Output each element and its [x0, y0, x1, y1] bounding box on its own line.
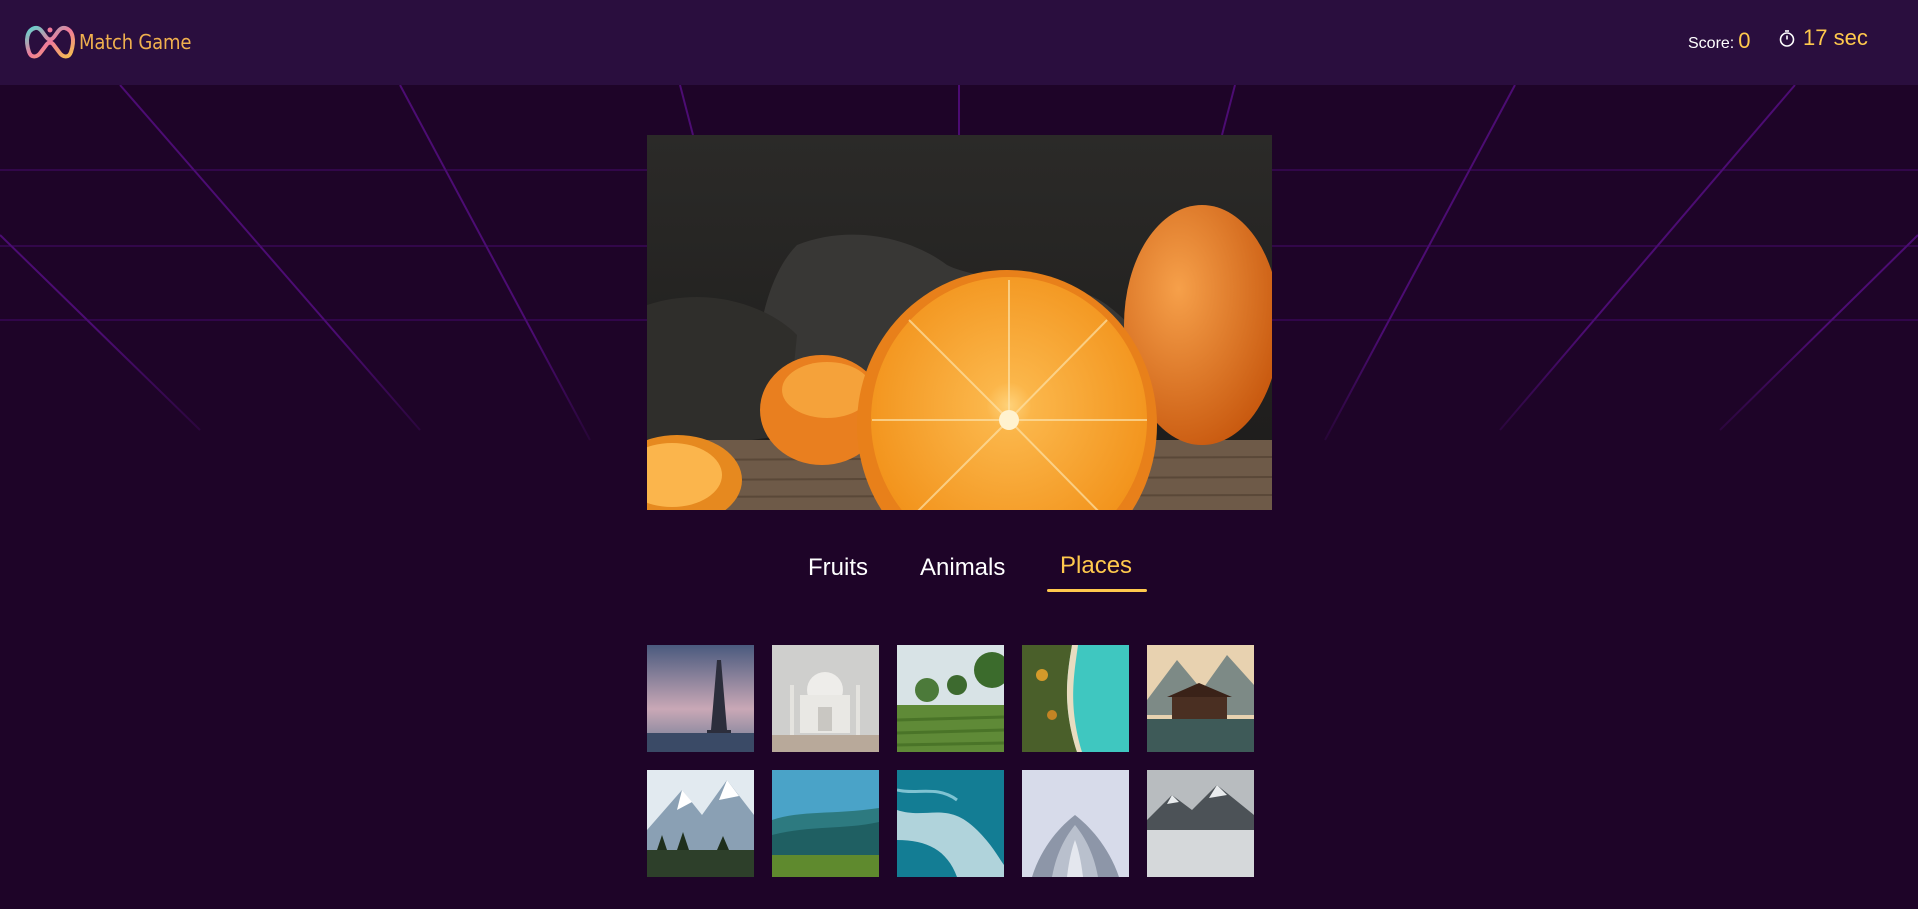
ocean-waves-image: [897, 770, 1004, 877]
stopwatch-icon: [1779, 30, 1795, 47]
taj-mahal-image: [772, 645, 879, 752]
timer-value: 17 sec: [1803, 25, 1868, 50]
coastline-image: [1022, 645, 1129, 752]
eiffel-tower-image: [647, 645, 754, 752]
gamepad-logo-icon: [25, 25, 75, 59]
misty-mountains-image: [1147, 770, 1254, 877]
snowy-mountains-image: [647, 770, 754, 877]
tab-fruits[interactable]: Fruits: [808, 554, 868, 582]
thumbnail-tea-plantation[interactable]: [897, 645, 1004, 752]
thumbnail-coastline[interactable]: [1022, 645, 1129, 752]
orange-photo: [647, 135, 1272, 510]
thumbnail-lotus-temple[interactable]: [1022, 770, 1129, 877]
top-navbar: Match Game Score: 0 17 sec: [0, 0, 1918, 85]
active-tab-underline: [1047, 589, 1147, 592]
tea-plantation-image: [897, 645, 1004, 752]
score-label: Score:: [1688, 35, 1735, 52]
thumbnail-snowy-mountains[interactable]: [647, 770, 754, 877]
score-value: 0: [1738, 28, 1751, 53]
thumbnail-taj-mahal[interactable]: [772, 645, 879, 752]
thumbnail-lake-house[interactable]: [1147, 645, 1254, 752]
green-valley-image: [772, 770, 879, 877]
lake-house-image: [1147, 645, 1254, 752]
timer-display: 17 sec: [1777, 25, 1868, 51]
tab-places[interactable]: Places: [1060, 552, 1132, 580]
thumbnail-misty-mountains[interactable]: [1147, 770, 1254, 877]
thumbnail-green-valley[interactable]: [772, 770, 879, 877]
match-game-app: Match Game Score: 0 17 sec Fruits Animal…: [0, 0, 1918, 909]
score-display: Score: 0: [1688, 28, 1751, 54]
main-match-image: [647, 135, 1272, 510]
thumbnail-eiffel-tower[interactable]: [647, 645, 754, 752]
tab-animals[interactable]: Animals: [920, 554, 1005, 582]
logo-text: Match Game: [79, 30, 192, 54]
lotus-temple-image: [1022, 770, 1129, 877]
thumbnail-ocean-waves[interactable]: [897, 770, 1004, 877]
category-tabs: Fruits Animals Places: [0, 548, 1918, 598]
logo[interactable]: Match Game: [23, 20, 223, 64]
